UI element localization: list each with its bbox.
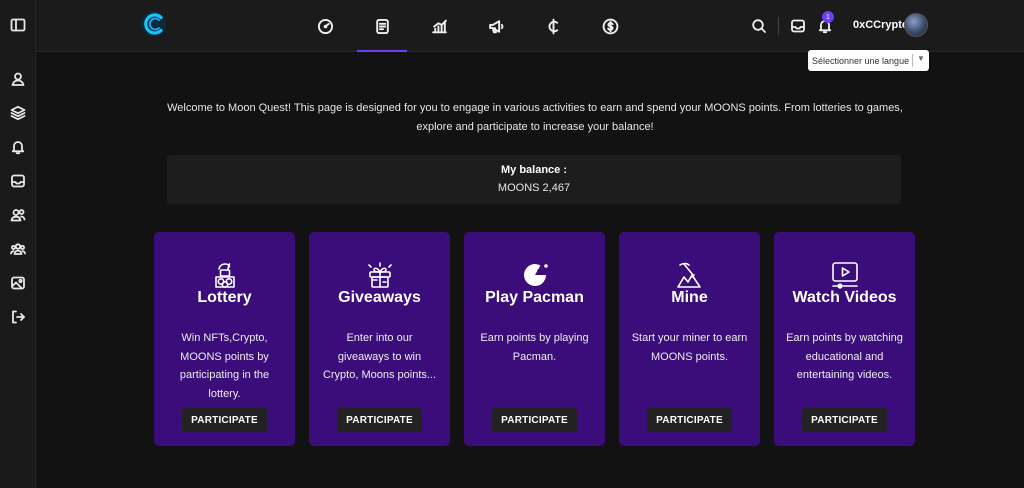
lottery-card: Lottery Win NFTs,Crypto, MOONS points by…	[154, 232, 295, 446]
watch-videos-card: Watch Videos Earn points by watching edu…	[774, 232, 915, 446]
card-title: Watch Videos	[792, 289, 897, 306]
inbox-icon-top[interactable]	[788, 16, 808, 36]
pickaxe-icon	[674, 259, 706, 291]
community-icon[interactable]	[9, 240, 27, 258]
balance-label: My balance :	[500, 164, 568, 176]
gallery-icon[interactable]	[9, 274, 27, 292]
top-bar: 1 0xCCrypto	[36, 0, 1024, 52]
logo-icon[interactable]	[140, 10, 168, 38]
intro-text: Welcome to Moon Quest! This page is desi…	[167, 102, 903, 133]
layers-icon[interactable]	[9, 104, 27, 122]
card-title: Giveaways	[338, 289, 421, 306]
lottery-participate-button[interactable]: PARTICIPATE	[182, 408, 267, 432]
tab-quests[interactable]	[357, 0, 407, 52]
chart-icon	[431, 19, 447, 33]
language-select-label: Sélectionner une langue	[812, 55, 910, 66]
username[interactable]: 0xCCrypto	[853, 19, 909, 31]
pacman-card: Play Pacman Earn points by playing Pacma…	[464, 232, 605, 446]
balance-panel: My balance : MOONS 2,467	[167, 155, 901, 204]
card-title: Mine	[671, 289, 708, 306]
tab-currency[interactable]	[528, 0, 578, 52]
avatar[interactable]	[904, 13, 928, 37]
mine-participate-button[interactable]: PARTICIPATE	[647, 408, 732, 432]
card-description: Win NFTs,Crypto, MOONS points by partici…	[179, 332, 270, 400]
sidebar-toggle-icon[interactable]	[9, 16, 27, 34]
tab-stats[interactable]	[414, 0, 464, 52]
language-select-divider	[912, 54, 913, 67]
giveaways-card: Giveaways Enter into our giveaways to wi…	[309, 232, 450, 446]
language-select[interactable]: Sélectionner une langue ▼	[808, 50, 929, 71]
lottery-icon	[209, 259, 241, 291]
card-description: Start your miner to earn MOONS points.	[631, 332, 748, 363]
card-description: Earn points by playing Pacman.	[480, 332, 589, 363]
watch-videos-participate-button[interactable]: PARTICIPATE	[802, 408, 887, 432]
tab-dashboard[interactable]	[300, 0, 350, 52]
inbox-icon[interactable]	[9, 172, 27, 190]
video-icon	[829, 259, 861, 291]
logout-icon[interactable]	[9, 308, 27, 326]
pacman-participate-button[interactable]: PARTICIPATE	[492, 408, 577, 432]
pacman-icon	[519, 259, 551, 291]
gift-icon	[364, 259, 396, 291]
tab-announcements[interactable]	[471, 0, 521, 52]
card-description: Enter into our giveaways to win Crypto, …	[322, 332, 437, 381]
dollar-icon	[602, 18, 618, 34]
toolbar-divider	[778, 17, 779, 35]
card-description: Earn points by watching educational and …	[786, 332, 903, 381]
bell-icon[interactable]	[9, 138, 27, 156]
sidebar	[0, 0, 36, 488]
card-title: Lottery	[197, 289, 252, 306]
profile-icon[interactable]	[9, 70, 27, 88]
document-icon	[375, 18, 389, 34]
tab-earnings[interactable]	[585, 0, 635, 52]
users-icon[interactable]	[9, 206, 27, 224]
balance-value: MOONS 2,467	[497, 182, 571, 194]
search-icon[interactable]	[749, 16, 769, 36]
speedometer-icon	[317, 18, 333, 34]
card-title: Play Pacman	[485, 289, 584, 306]
cedi-icon	[547, 18, 558, 34]
giveaways-participate-button[interactable]: PARTICIPATE	[337, 408, 422, 432]
notification-badge: 1	[822, 11, 834, 23]
chevron-down-icon: ▼	[917, 54, 925, 63]
mine-card: Mine Start your miner to earn MOONS poin…	[619, 232, 760, 446]
megaphone-icon	[488, 19, 503, 33]
